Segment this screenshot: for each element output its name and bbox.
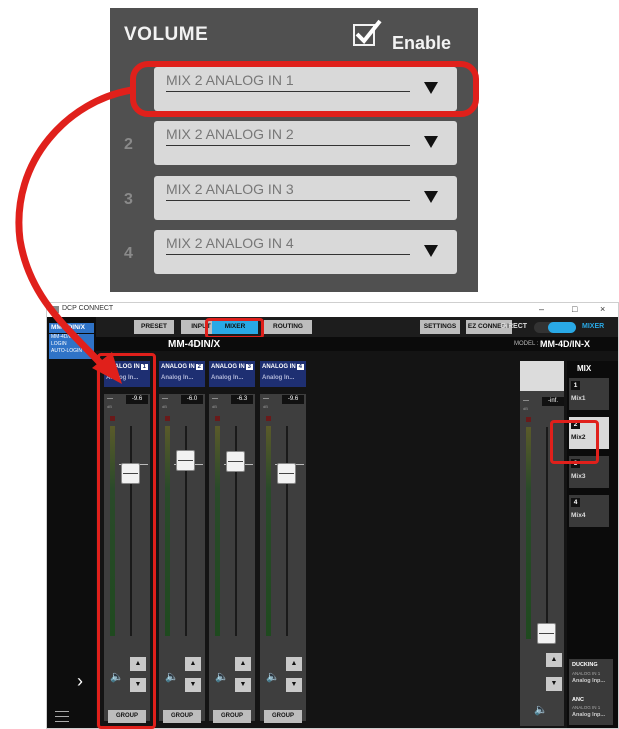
callout-arrow-icon bbox=[15, 86, 136, 384]
